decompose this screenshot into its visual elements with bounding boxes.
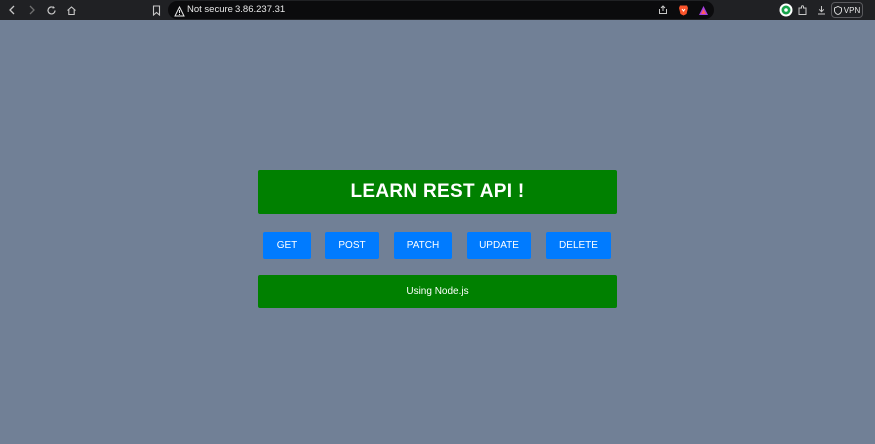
- footer-text: Using Node.js: [406, 286, 469, 297]
- vpn-button[interactable]: VPN: [831, 2, 863, 18]
- footer-banner: Using Node.js: [258, 275, 617, 308]
- back-icon[interactable]: [5, 0, 19, 20]
- url-text[interactable]: 3.86.237.31: [235, 4, 285, 16]
- update-button[interactable]: UPDATE: [467, 232, 531, 259]
- brave-icon[interactable]: [676, 0, 690, 20]
- extension-badge-icon[interactable]: [778, 0, 794, 20]
- page-title: LEARN REST API !: [350, 181, 525, 202]
- home-icon[interactable]: [64, 0, 78, 20]
- get-button[interactable]: GET: [263, 232, 311, 259]
- security-status-label[interactable]: Not secure: [187, 4, 233, 16]
- patch-button[interactable]: PATCH: [394, 232, 452, 259]
- delete-button[interactable]: DELETE: [546, 232, 611, 259]
- address-bar[interactable]: Not secure 3.86.237.31: [168, 1, 714, 19]
- reload-icon[interactable]: [44, 0, 58, 20]
- extensions-icon[interactable]: [795, 0, 809, 20]
- forward-icon[interactable]: [25, 0, 39, 20]
- download-icon[interactable]: [815, 0, 827, 20]
- post-button[interactable]: POST: [325, 232, 379, 259]
- warning-icon[interactable]: [174, 4, 185, 22]
- bookmark-icon[interactable]: [150, 0, 162, 20]
- share-icon[interactable]: [656, 0, 670, 20]
- rewards-icon[interactable]: [696, 0, 710, 20]
- vpn-shield-icon: [833, 5, 842, 15]
- vpn-label: VPN: [843, 5, 861, 15]
- browser-toolbar: Not secure 3.86.237.31 VPN: [0, 0, 875, 20]
- hero-banner: LEARN REST API !: [258, 170, 617, 214]
